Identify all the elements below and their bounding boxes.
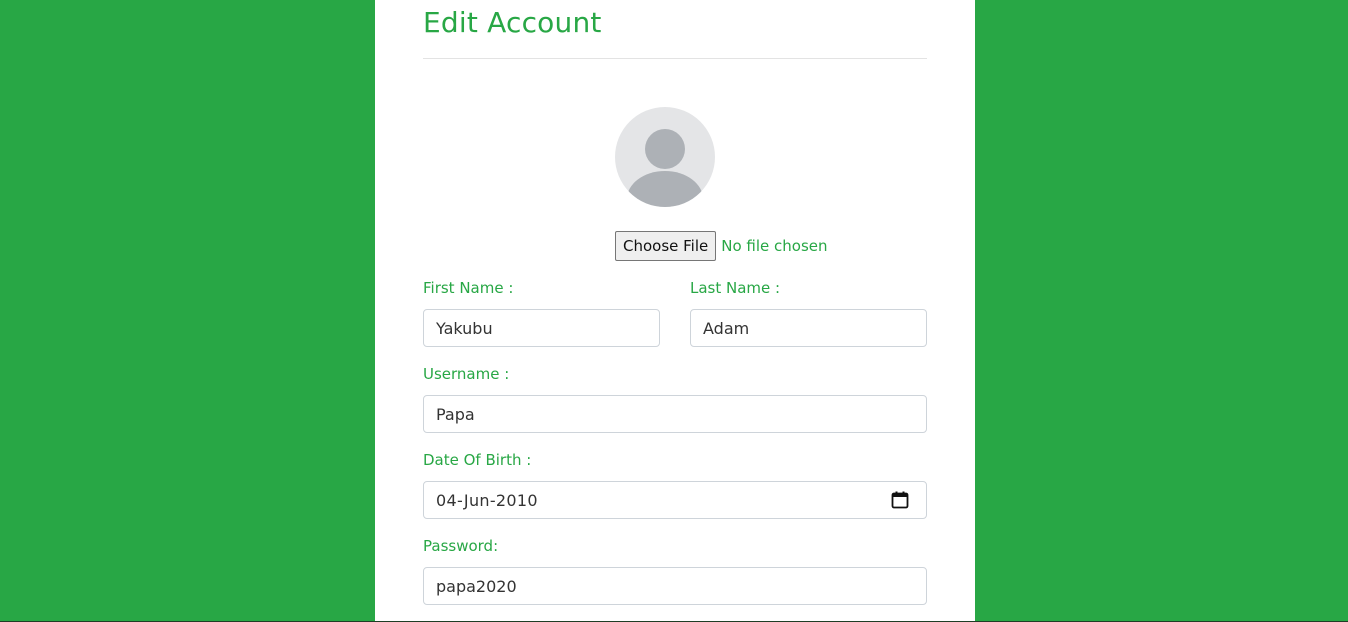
first-name-input[interactable]: Yakubu bbox=[423, 309, 660, 347]
first-name-value: Yakubu bbox=[436, 318, 493, 338]
password-value: papa2020 bbox=[436, 576, 517, 596]
date-of-birth-value: 04-Jun-2010 bbox=[436, 490, 538, 510]
page-title: Edit Account bbox=[423, 6, 602, 39]
username-value: Papa bbox=[436, 404, 475, 424]
last-name-value: Adam bbox=[703, 318, 750, 338]
edit-account-card: Edit Account Choose File No file chosen … bbox=[375, 0, 975, 621]
last-name-input[interactable]: Adam bbox=[690, 309, 927, 347]
last-name-label: Last Name : bbox=[690, 279, 781, 297]
choose-file-button[interactable]: Choose File bbox=[615, 231, 717, 261]
avatar bbox=[615, 107, 715, 207]
date-of-birth-label: Date Of Birth : bbox=[423, 451, 532, 469]
password-input[interactable]: papa2020 bbox=[423, 567, 927, 605]
first-name-label: First Name : bbox=[423, 279, 514, 297]
title-divider bbox=[423, 58, 927, 59]
username-label: Username : bbox=[423, 365, 510, 383]
file-status-text: No file chosen bbox=[721, 237, 828, 255]
password-label: Password: bbox=[423, 537, 499, 555]
file-upload: Choose File No file chosen bbox=[615, 231, 828, 261]
user-avatar-icon bbox=[627, 129, 703, 207]
date-of-birth-input[interactable]: 04-Jun-2010 bbox=[423, 481, 927, 519]
username-input[interactable]: Papa bbox=[423, 395, 927, 433]
calendar-icon[interactable] bbox=[890, 490, 910, 510]
